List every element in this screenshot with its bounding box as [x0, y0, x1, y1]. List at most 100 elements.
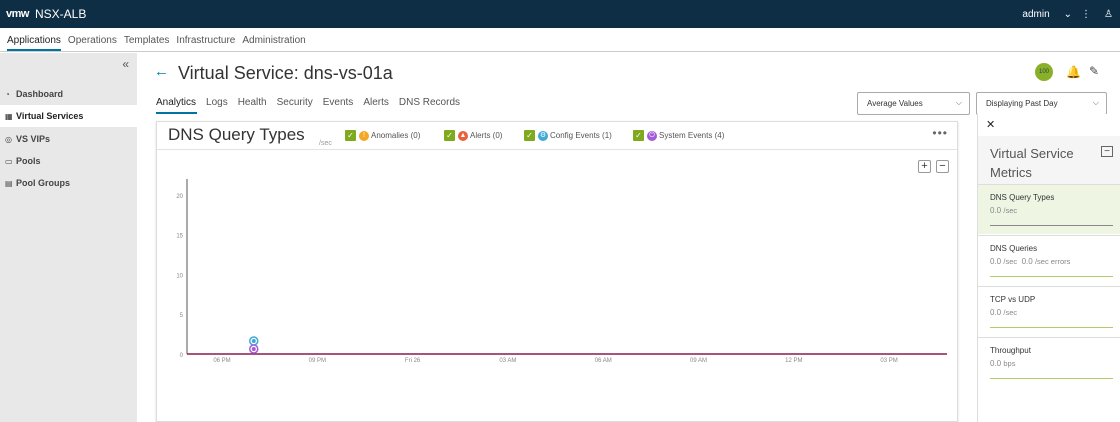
tab-dns-records[interactable]: DNS Records — [399, 97, 460, 108]
vmware-logo: vmw — [6, 8, 29, 20]
metric-number: 0.0 — [990, 359, 1002, 368]
metric-unit: /sec — [1003, 308, 1018, 317]
metric-number: 0.0 — [990, 308, 1002, 317]
metric-sparkline — [990, 276, 1113, 277]
sidebar-item-pools[interactable]: ▭ Pools — [0, 150, 137, 172]
x-tick-label: 12 PM — [785, 358, 802, 364]
tab-events[interactable]: Events — [323, 97, 354, 108]
main-content: ← Virtual Service: dns-vs-01a 100 🔔 ✎ An… — [137, 53, 1120, 422]
dns-query-types-chart: DNS Query Types /sec ✓! Anomalies (0) ✓ ▲ Al… — [156, 121, 958, 422]
back-arrow-icon[interactable]: ← — [154, 63, 169, 80]
metric-card-dns-queries[interactable]: DNS Queries 0.0 /sec 0.0 /sec errors — [978, 235, 1120, 285]
chevron-down-icon: ⌵ — [1092, 98, 1099, 107]
bell-icon[interactable]: 🔔 — [1066, 65, 1081, 79]
sidebar: « ◔ Dashboard ▦ Virtual Services ◎ VS VIPs ▭ Po… — [0, 53, 137, 422]
metrics-panel: ✕ Virtual Service Metrics − DNS Query Ty… — [977, 114, 1120, 422]
metric-unit: /sec — [1003, 257, 1018, 266]
chart-plot[interactable]: 0 5 10 15 20 06 PM 09 PM Fri 26 03 AM 06 AM 09 AM 1… — [157, 122, 957, 421]
x-tick-label: 06 AM — [595, 358, 612, 364]
time-range-label: Displaying Past Day — [986, 99, 1058, 108]
x-tick-label: 09 PM — [309, 358, 326, 364]
tab-security[interactable]: Security — [277, 97, 313, 108]
x-tick-label: 06 PM — [213, 358, 230, 364]
value-type-label: Average Values — [867, 99, 923, 108]
app-name: NSX-ALB — [34, 7, 87, 21]
x-tick-label: 09 AM — [690, 358, 707, 364]
active-tab-underline — [156, 112, 197, 114]
metric-unit: bps — [1003, 359, 1016, 368]
nav-tab-administration[interactable]: Administration — [242, 35, 305, 51]
metric-card-tcp-vs-udp[interactable]: TCP vs UDP 0.0 /sec — [978, 286, 1120, 336]
x-tick-label: 03 PM — [880, 358, 897, 364]
nav-tab-operations[interactable]: Operations — [68, 35, 117, 51]
tab-health[interactable]: Health — [238, 97, 267, 108]
metric-extra-number: 0.0 — [1021, 257, 1033, 266]
metric-sparkline — [990, 225, 1113, 226]
collapse-sidebar-icon[interactable]: « — [122, 57, 129, 71]
top-bar-actions: admin ⌄ ⋮ ♙ — [1022, 0, 1120, 28]
top-bar: vmw NSX-ALB admin ⌄ ⋮ ♙ — [0, 0, 1120, 28]
x-tick-label: Fri 26 — [405, 358, 421, 364]
pools-icon: ▭ — [5, 156, 13, 166]
y-tick-label: 5 — [180, 313, 184, 319]
tab-analytics[interactable]: Analytics — [156, 97, 196, 108]
health-score-badge[interactable]: 100 — [1035, 63, 1053, 81]
metric-extra-unit: /sec errors — [1034, 257, 1071, 266]
metric-value: 0.0 bps — [990, 359, 1018, 368]
metric-sparkline — [990, 378, 1113, 379]
y-tick-label: 10 — [176, 273, 183, 279]
x-tick-label: 03 AM — [499, 358, 516, 364]
nav-tab-applications[interactable]: Applications — [7, 35, 61, 51]
metric-unit: /sec — [1003, 206, 1018, 215]
metric-name: TCP vs UDP — [990, 295, 1036, 304]
close-icon[interactable]: ✕ — [986, 118, 995, 131]
value-type-select[interactable]: Average Values ⌵ — [857, 92, 970, 115]
vs-vips-icon: ◎ — [5, 134, 12, 144]
system-events-marker-dot — [251, 347, 256, 351]
user-menu[interactable]: admin — [1022, 9, 1049, 20]
kebab-menu-icon[interactable]: ⋮ — [1081, 9, 1091, 20]
metrics-title: Virtual Service Metrics — [990, 146, 1074, 180]
metric-card-throughput[interactable]: Throughput 0.0 bps — [978, 337, 1120, 387]
sidebar-item-label: Virtual Services — [16, 111, 84, 121]
vs-tabs: Analytics Logs Health Security Events Alerts D… — [156, 97, 470, 108]
sidebar-item-label: VS VIPs — [16, 134, 51, 144]
sidebar-item-virtual-services[interactable]: ▦ Virtual Services — [0, 105, 137, 127]
collapse-metrics-button[interactable]: − — [1101, 146, 1113, 157]
nav-tab-infrastructure[interactable]: Infrastructure — [176, 35, 235, 51]
time-range-select[interactable]: Displaying Past Day ⌵ — [976, 92, 1107, 115]
tab-alerts[interactable]: Alerts — [363, 97, 389, 108]
metrics-header: Virtual Service Metrics − — [978, 136, 1120, 184]
y-tick-label: 15 — [176, 234, 183, 240]
metric-value: 0.0 /sec — [990, 308, 1019, 317]
config-events-marker-dot — [251, 339, 256, 343]
user-icon[interactable]: ♙ — [1104, 9, 1113, 20]
chevron-down-icon[interactable]: ⌄ — [1064, 9, 1072, 20]
chevron-down-icon: ⌵ — [955, 98, 962, 107]
pool-groups-icon: ▤ — [5, 178, 13, 188]
metric-number: 0.0 — [990, 257, 1002, 266]
metric-number: 0.0 — [990, 206, 1002, 215]
sidebar-item-pool-groups[interactable]: ▤ Pool Groups — [0, 172, 137, 194]
sidebar-item-vs-vips[interactable]: ◎ VS VIPs — [0, 128, 137, 150]
metric-name: DNS Query Types — [990, 193, 1055, 202]
y-tick-label: 0 — [180, 353, 184, 359]
metric-name: DNS Queries — [990, 244, 1038, 253]
dashboard-icon: ◔ — [5, 89, 10, 99]
sidebar-item-label: Dashboard — [16, 89, 64, 99]
metric-value: 0.0 /sec 0.0 /sec errors — [990, 257, 1070, 266]
metric-card-dns-query-types[interactable]: DNS Query Types 0.0 /sec — [978, 184, 1120, 234]
page-title: Virtual Service: dns-vs-01a — [178, 63, 393, 83]
metric-value: 0.0 /sec — [990, 206, 1019, 215]
metric-sparkline — [990, 327, 1113, 328]
y-tick-label: 20 — [176, 194, 183, 200]
virtual-services-icon: ▦ — [5, 111, 13, 121]
edit-icon[interactable]: ✎ — [1089, 64, 1099, 78]
tab-logs[interactable]: Logs — [206, 97, 228, 108]
nav-tab-templates[interactable]: Templates — [124, 35, 170, 51]
sidebar-item-label: Pool Groups — [16, 178, 70, 188]
main-nav: Applications Operations Templates Infrastru… — [0, 28, 1120, 52]
metric-name: Throughput — [990, 346, 1031, 355]
sidebar-item-dashboard[interactable]: ◔ Dashboard — [0, 83, 137, 105]
sidebar-item-label: Pools — [16, 156, 41, 166]
